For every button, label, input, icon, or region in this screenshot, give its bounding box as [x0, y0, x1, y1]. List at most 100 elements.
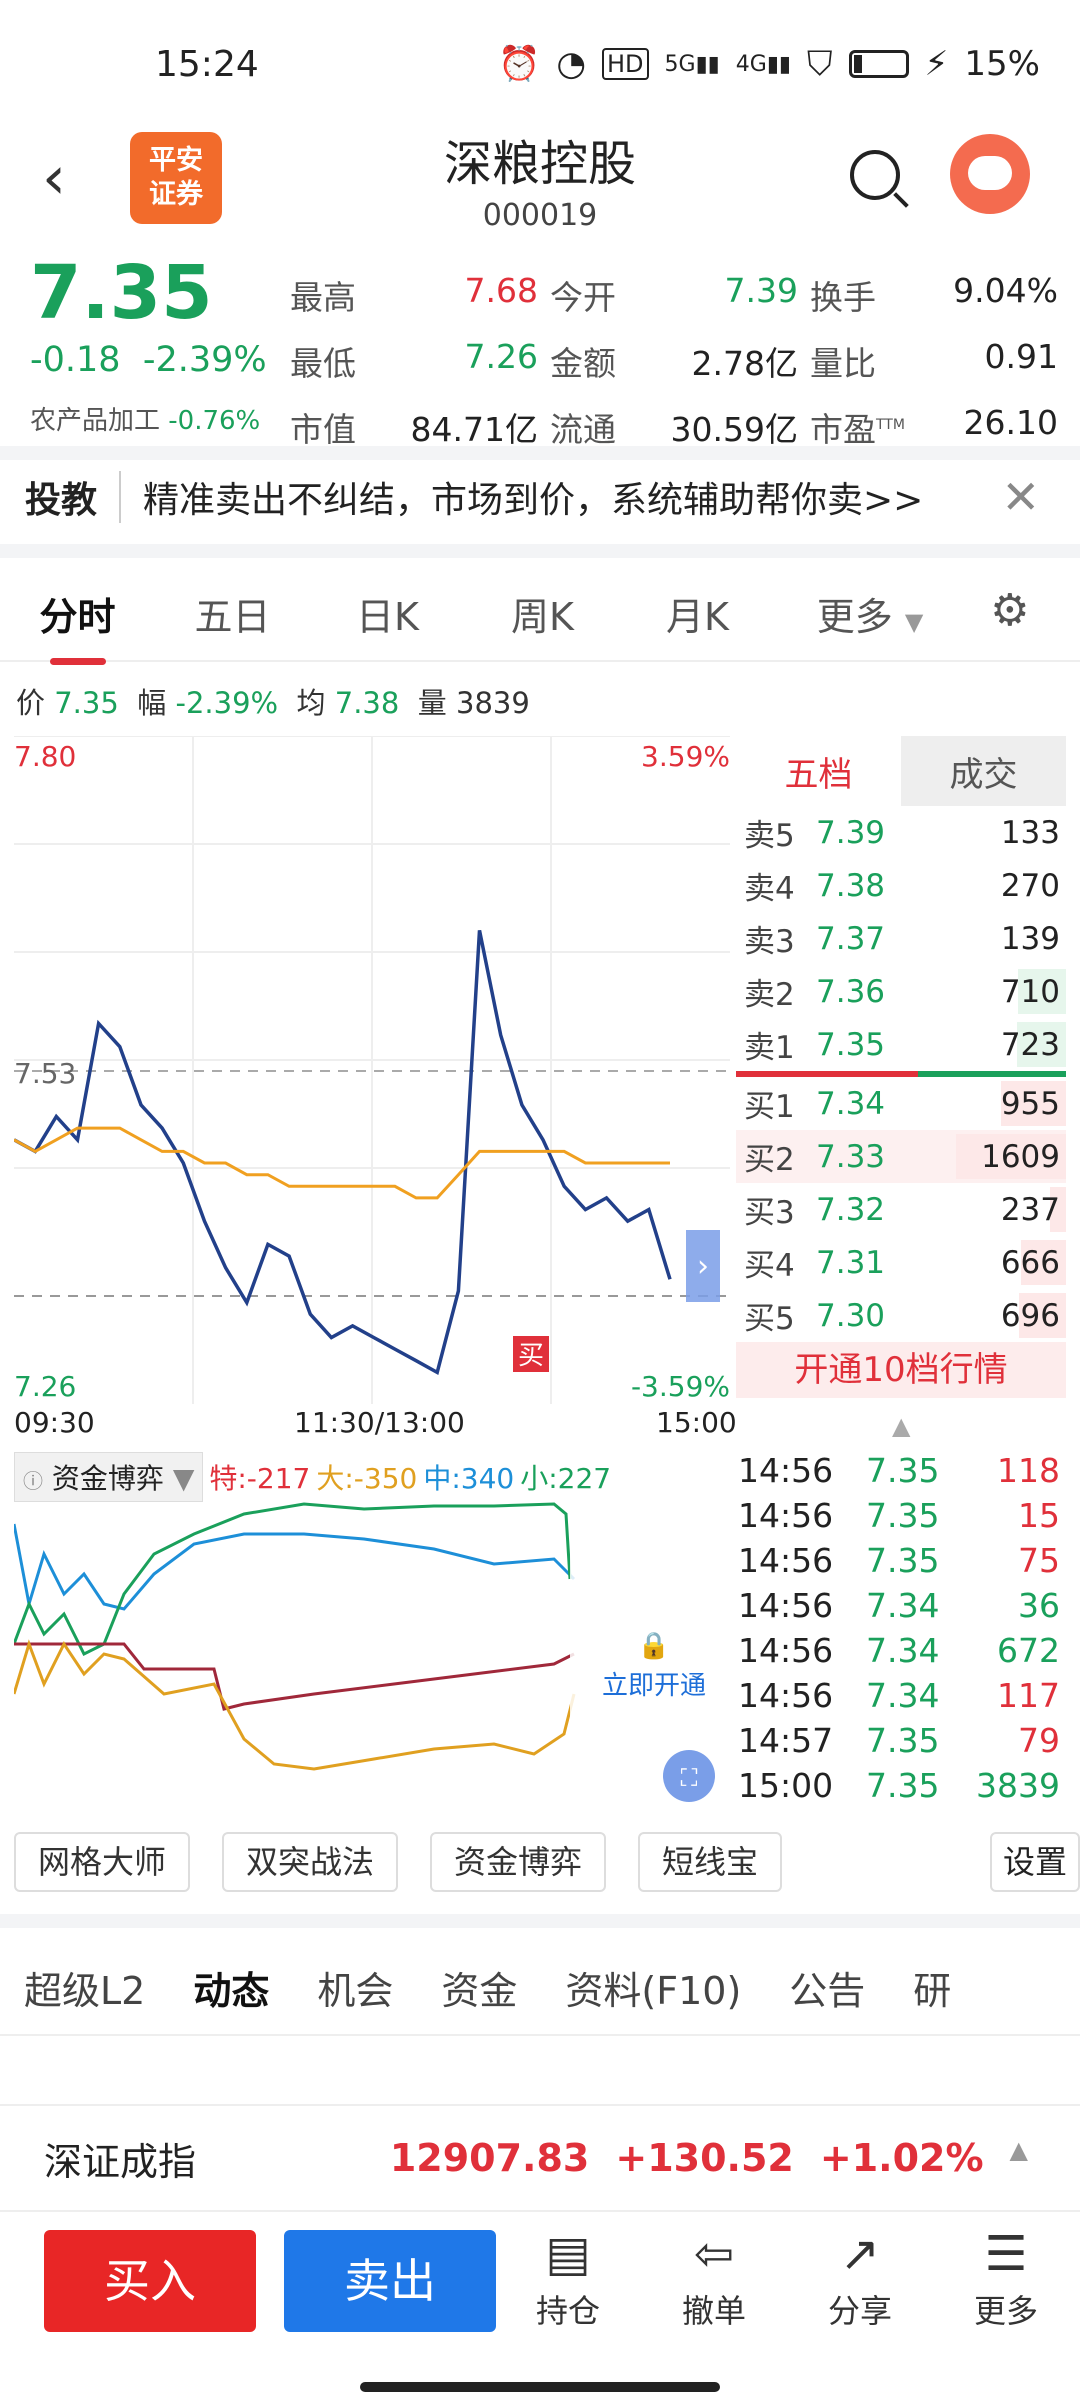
ask-row[interactable]: 卖2 7.36 710 — [736, 965, 1066, 1018]
level-label: 买1 — [744, 1089, 795, 1125]
close-icon[interactable]: ✕ — [1001, 470, 1040, 524]
caret-down-icon: ▼ — [172, 1462, 195, 1495]
chevron-up-icon[interactable]: ▲ — [892, 1412, 910, 1440]
search-icon[interactable] — [850, 150, 900, 200]
grid-master-button[interactable]: 网格大师 — [14, 1832, 191, 1892]
gear-icon[interactable]: ⚙ — [990, 585, 1029, 636]
change-percent: -2.39% — [142, 340, 267, 380]
fund-small: 小:227 — [520, 1462, 612, 1495]
signal-4g-icon: 4G▮▮ — [735, 51, 792, 77]
level-price: 7.38 — [816, 867, 886, 904]
industry-info[interactable]: 农产品加工 -0.76% — [30, 400, 260, 437]
bid-row[interactable]: 买3 7.32 237 — [736, 1183, 1066, 1236]
tick-time: 14:57 — [738, 1721, 834, 1760]
level-price: 7.36 — [816, 973, 886, 1010]
tab-daily-k[interactable]: 日K — [310, 586, 465, 641]
tick-row: 14:56 7.35 118 — [736, 1448, 1066, 1493]
battery-percent: 15% — [964, 44, 1040, 84]
volume-ratio-value: 0.91 — [984, 337, 1058, 376]
promo-text[interactable]: 精准卖出不纠结，市场到价，系统辅助帮你卖>> — [143, 471, 923, 523]
tab-weekly-k[interactable]: 周K — [465, 586, 620, 641]
ask-row[interactable]: 卖1 7.35 723 — [736, 1018, 1066, 1071]
chart-tabs: 分时 五日 日K 周K 月K 更多 ▼ — [0, 566, 1080, 665]
bid-row[interactable]: 买1 7.34 955 — [736, 1077, 1066, 1130]
level-volume: 270 — [1000, 867, 1060, 904]
ask-row[interactable]: 卖4 7.38 270 — [736, 859, 1066, 912]
tick-row: 14:56 7.34 672 — [736, 1628, 1066, 1673]
tab-monthly-k[interactable]: 月K — [620, 586, 775, 641]
axis-top-price: 7.80 — [14, 740, 76, 773]
divider — [0, 544, 1080, 558]
level-price: 7.30 — [816, 1297, 886, 1334]
tab-f10[interactable]: 资料(F10) — [541, 1960, 765, 2015]
fund-special: 特:-217 — [209, 1462, 311, 1495]
tab-trades[interactable]: 成交 — [901, 736, 1066, 806]
tick-time: 14:56 — [738, 1676, 834, 1715]
tab-fund[interactable]: 资金 — [417, 1960, 541, 2015]
tab-more[interactable]: 更多 ▼ — [775, 586, 965, 641]
high-label: 最高 — [290, 278, 356, 317]
tab-news[interactable]: 动态 — [169, 1960, 293, 2034]
chevron-right-icon[interactable]: › — [697, 1249, 709, 1284]
chevron-up-icon: ▲ — [1009, 2136, 1028, 2164]
fund-game-button[interactable]: 资金博弈 — [430, 1832, 607, 1892]
header: ‹ 平安 证券 深粮控股 000019 — [0, 120, 1080, 250]
fund-large: 大:-350 — [316, 1462, 418, 1495]
tick-volume: 118 — [997, 1451, 1060, 1490]
alarm-icon: ⏰ — [497, 44, 541, 84]
tick-price: 7.35 — [866, 1721, 940, 1760]
level-price: 7.37 — [816, 920, 886, 957]
open-10-levels-button[interactable]: 开通10档行情 — [736, 1342, 1066, 1398]
share-button[interactable]: ↗ 分享 — [810, 2226, 910, 2332]
tab-research[interactable]: 研 — [889, 1960, 975, 2015]
settings-button[interactable]: 设置 — [990, 1832, 1080, 1892]
signal-5g-icon: 5G▮▮ — [664, 51, 720, 77]
tab-announcement[interactable]: 公告 — [765, 1960, 889, 2015]
intraday-chart[interactable]: 7.80 3.59% 7.53 7.26 -3.59% 买 › — [13, 735, 730, 1404]
status-bar: 15:24 ⏰ ◔ HD 5G▮▮ 4G▮▮ ⛉ ⚡ 15% — [0, 0, 1080, 130]
tick-row: 14:56 7.34 117 — [736, 1673, 1066, 1718]
short-term-button[interactable]: 短线宝 — [638, 1832, 783, 1892]
tab-super-l2[interactable]: 超级L2 — [0, 1960, 169, 2015]
tab-five-day[interactable]: 五日 — [155, 586, 310, 641]
menu-icon: ☰ — [984, 2226, 1028, 2282]
ask-row[interactable]: 卖5 7.39 133 — [736, 806, 1066, 859]
level-price: 7.32 — [816, 1191, 886, 1228]
tick-list[interactable]: 14:56 7.35 118 14:56 7.35 15 14:56 7.35 75 14:56 7… — [736, 1448, 1066, 1808]
ask-row[interactable]: 卖3 7.37 139 — [736, 912, 1066, 965]
unlock-label[interactable]: 立即开通 — [602, 1671, 706, 1701]
assistant-avatar-icon[interactable] — [950, 134, 1030, 214]
quote-grid: 最高 7.68 今开 7.39 换手 9.04% 最低 7.26 金额 2.78亿 量比 0… — [290, 262, 1070, 460]
fund-chart-svg: 🔒 立即开通 ⛶ — [12, 1494, 730, 1814]
tick-time: 14:56 — [738, 1631, 834, 1670]
tab-opportunity[interactable]: 机会 — [293, 1960, 417, 2015]
tick-time: 15:00 — [738, 1766, 834, 1805]
promo-banner[interactable]: 投教 精准卖出不纠结，市场到价，系统辅助帮你卖>> ✕ — [0, 452, 1080, 542]
tick-price: 7.34 — [866, 1676, 940, 1715]
tab-five-levels[interactable]: 五档 — [736, 736, 901, 806]
level-volume: 955 — [1000, 1085, 1060, 1122]
tick-row: 15:00 7.35 3839 — [736, 1763, 1066, 1808]
tick-row: 14:57 7.35 79 — [736, 1718, 1066, 1763]
bid-row[interactable]: 买5 7.30 696 — [736, 1289, 1066, 1342]
index-name: 深证成指 — [44, 2139, 197, 2184]
pe-label: 市盈TTM — [810, 410, 905, 449]
holdings-button[interactable]: ▤ 持仓 — [518, 2226, 618, 2332]
tick-row: 14:56 7.34 36 — [736, 1583, 1066, 1628]
buy-button[interactable]: 买入 — [44, 2230, 256, 2332]
bid-row[interactable]: 买2 7.33 1609 — [736, 1130, 1066, 1183]
more-button[interactable]: ☰ 更多 — [956, 2226, 1056, 2332]
tab-intraday[interactable]: 分时 — [0, 586, 155, 665]
level-label: 卖3 — [744, 924, 795, 960]
tick-time: 14:56 — [738, 1496, 834, 1535]
float-cap-label: 流通 — [550, 410, 616, 449]
double-breakout-button[interactable]: 双突战法 — [222, 1832, 399, 1892]
low-label: 最低 — [290, 344, 356, 383]
sell-button[interactable]: 卖出 — [284, 2230, 496, 2332]
level-volume: 237 — [1000, 1191, 1060, 1228]
level-volume: 1609 — [981, 1138, 1060, 1175]
cancel-order-button[interactable]: ⇦ 撤单 — [664, 2226, 764, 2332]
index-ticker[interactable]: 深证成指 12907.83 +130.52 +1.02% ▲ — [0, 2104, 1080, 2212]
bid-row[interactable]: 买4 7.31 666 — [736, 1236, 1066, 1289]
promo-tag: 投教 — [25, 471, 122, 523]
